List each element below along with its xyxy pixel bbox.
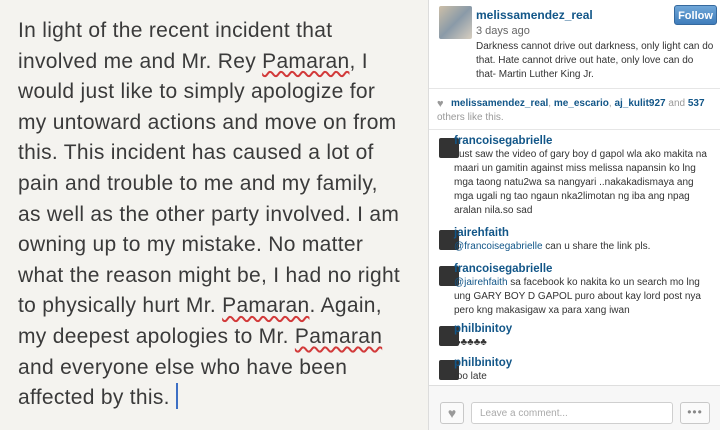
avatar[interactable] xyxy=(439,6,472,39)
note-line: and everyone else who have been xyxy=(18,355,348,379)
likes-count[interactable]: 537 xyxy=(688,98,705,109)
comment-username[interactable]: philbinitoy xyxy=(454,323,512,335)
comment-footer: ♥ ••• xyxy=(429,385,720,430)
comment-item: francoisegabrielle @jairehfaith sa faceb… xyxy=(429,263,720,323)
mention-link[interactable]: @jairehfaith xyxy=(454,277,508,288)
comment-username[interactable]: francoisegabrielle xyxy=(454,135,552,147)
note-line: affected by this. xyxy=(18,383,423,414)
comment-text: ♣♣♣♣♣ xyxy=(454,337,487,348)
note-line: as well as the other party involved. I a… xyxy=(18,202,400,226)
note-line: involved me and Mr. Rey Pamaran, I xyxy=(18,49,368,73)
text-cursor xyxy=(175,383,178,410)
note-line: this. This incident has caused a lot of xyxy=(18,141,374,165)
note-line: In light of the recent incident that xyxy=(18,19,333,42)
comment-item: philbinitoy too late xyxy=(429,357,720,387)
divider xyxy=(429,88,720,89)
like-button[interactable]: ♥ xyxy=(440,402,464,424)
post-sidebar: melissamendez_real 3 days ago Darkness c… xyxy=(429,0,720,430)
misspelled-word: Pamaran xyxy=(294,324,383,348)
misspelled-word: Pamaran xyxy=(262,49,350,73)
more-options-button[interactable]: ••• xyxy=(680,402,710,424)
post-timestamp[interactable]: 3 days ago xyxy=(476,25,530,37)
liker-link[interactable]: aj_kulit927 xyxy=(614,98,665,109)
post-header: melissamendez_real 3 days ago Darkness c… xyxy=(429,0,720,86)
note-line: my deepest apologies to Mr. Pamaran xyxy=(18,324,383,348)
comment-text: @francoisegabrielle can u share the link… xyxy=(454,241,651,252)
misspelled-word: Pamaran xyxy=(222,294,310,318)
comment-input[interactable] xyxy=(471,402,673,424)
note-panel: In light of the recent incident that inv… xyxy=(0,0,428,430)
comment-item: philbinitoy ♣♣♣♣♣ xyxy=(429,323,720,353)
note-line: pain and trouble to me and my family, xyxy=(18,171,378,195)
apology-note-text[interactable]: In light of the recent incident that inv… xyxy=(18,16,423,414)
comment-username[interactable]: jairehfaith xyxy=(454,227,509,239)
post-username[interactable]: melissamendez_real xyxy=(476,8,593,22)
liker-link[interactable]: melissamendez_real xyxy=(451,98,548,109)
note-line: would just like to simply apologize for xyxy=(18,80,376,104)
note-line: to physically hurt Mr. Pamaran. Again, xyxy=(18,294,382,318)
comment-item: jairehfaith @francoisegabrielle can u sh… xyxy=(429,227,720,259)
note-line: my untoward actions and move on from xyxy=(18,110,397,134)
comment-item: francoisegabrielle Just saw the video of… xyxy=(429,135,720,216)
comment-username[interactable]: francoisegabrielle xyxy=(454,263,552,275)
likes-summary: ♥ melissamendez_real, me_escario, aj_kuli… xyxy=(437,98,705,123)
comment-username[interactable]: philbinitoy xyxy=(454,357,512,369)
note-line: owning up to my mistake. No matter xyxy=(18,233,364,257)
comment-text: @jairehfaith sa facebook ko nakita ko un… xyxy=(454,277,701,316)
heart-icon: ♥ xyxy=(437,98,444,110)
mention-link[interactable]: @francoisegabrielle xyxy=(454,241,543,252)
liker-link[interactable]: me_escario xyxy=(554,98,609,109)
post-caption: Darkness cannot drive out darkness, only… xyxy=(476,41,714,80)
comment-text: Just saw the video of gary boy d gapol w… xyxy=(454,149,707,216)
comment-text: too late xyxy=(454,371,487,382)
note-line: what the reason might be, I had no right xyxy=(18,263,401,287)
divider xyxy=(429,129,720,130)
follow-button[interactable]: Follow xyxy=(674,5,717,25)
